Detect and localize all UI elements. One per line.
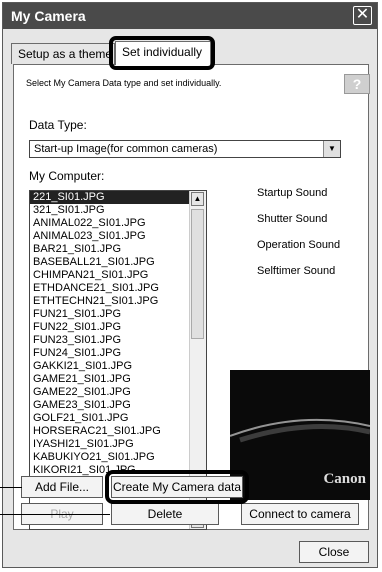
list-item[interactable]: ANIMAL022_SI01.JPG — [30, 217, 206, 230]
selftimer-sound-label[interactable]: Selftimer Sound — [257, 265, 335, 277]
list-item[interactable]: GAME22_SI01.JPG — [30, 386, 206, 399]
add-file-button[interactable]: Add File... — [21, 476, 103, 498]
my-camera-window: My Camera ✕ Setup as a theme Set individ… — [2, 2, 378, 568]
operation-sound-label[interactable]: Operation Sound — [257, 239, 340, 251]
callout-leader-line — [0, 514, 110, 515]
instruction-text: Select My Camera Data type and set indiv… — [26, 78, 222, 88]
list-item[interactable]: HORSERAC21_SI01.JPG — [30, 425, 206, 438]
data-type-value: Start-up Image(for common cameras) — [34, 143, 218, 155]
callout-leader-line — [0, 487, 22, 488]
list-item[interactable]: BASEBALL21_SI01.JPG — [30, 256, 206, 269]
list-item[interactable]: IYASHI21_SI01.JPG — [30, 438, 206, 451]
list-item[interactable]: CHIMPAN21_SI01.JPG — [30, 269, 206, 282]
list-item[interactable]: FUN21_SI01.JPG — [30, 308, 206, 321]
scroll-up-arrow-icon[interactable]: ▲ — [191, 192, 204, 206]
list-item[interactable]: ETHTECHN21_SI01.JPG — [30, 295, 206, 308]
shutter-sound-label[interactable]: Shutter Sound — [257, 213, 327, 225]
title-bar: My Camera ✕ — [3, 3, 377, 29]
list-item[interactable]: GAKKI21_SI01.JPG — [30, 360, 206, 373]
list-item[interactable]: 321_SI01.JPG — [30, 204, 206, 217]
close-button[interactable]: Close — [299, 541, 369, 563]
list-item[interactable]: GAME21_SI01.JPG — [30, 373, 206, 386]
list-item[interactable]: ANIMAL023_SI01.JPG — [30, 230, 206, 243]
chevron-down-icon[interactable]: ▼ — [323, 141, 340, 157]
tab-setup-as-theme[interactable]: Setup as a theme — [11, 43, 115, 64]
scroll-thumb[interactable] — [191, 209, 204, 339]
list-item[interactable]: KABUKIYO21_SI01.JPG — [30, 451, 206, 464]
help-button[interactable]: ? — [344, 74, 370, 94]
list-item[interactable]: BAR21_SI01.JPG — [30, 243, 206, 256]
image-preview: Canon — [230, 370, 370, 500]
delete-button[interactable]: Delete — [111, 503, 219, 525]
list-item[interactable]: FUN22_SI01.JPG — [30, 321, 206, 334]
startup-sound-label[interactable]: Startup Sound — [257, 187, 327, 199]
data-type-label: Data Type: — [29, 118, 87, 132]
data-type-select[interactable]: Start-up Image(for common cameras) ▼ — [29, 140, 341, 158]
tab-set-individually[interactable]: Set individually — [115, 41, 211, 65]
close-window-button[interactable]: ✕ — [353, 6, 372, 25]
window-title: My Camera — [11, 8, 86, 24]
tab-panel: Select My Camera Data type and set indiv… — [13, 64, 370, 530]
list-item[interactable]: FUN24_SI01.JPG — [30, 347, 206, 360]
list-item[interactable]: 221_SI01.JPG — [30, 191, 206, 204]
connect-to-camera-button[interactable]: Connect to camera — [241, 503, 359, 525]
canon-logo: Canon — [323, 471, 366, 487]
list-item[interactable]: ETHDANCE21_SI01.JPG — [30, 282, 206, 295]
list-item[interactable]: FUN23_SI01.JPG — [30, 334, 206, 347]
my-computer-label: My Computer: — [29, 169, 105, 183]
list-item[interactable]: GOLF21_SI01.JPG — [30, 412, 206, 425]
list-item[interactable]: GAME23_SI01.JPG — [30, 399, 206, 412]
create-my-camera-data-button[interactable]: Create My Camera data — [111, 476, 243, 498]
